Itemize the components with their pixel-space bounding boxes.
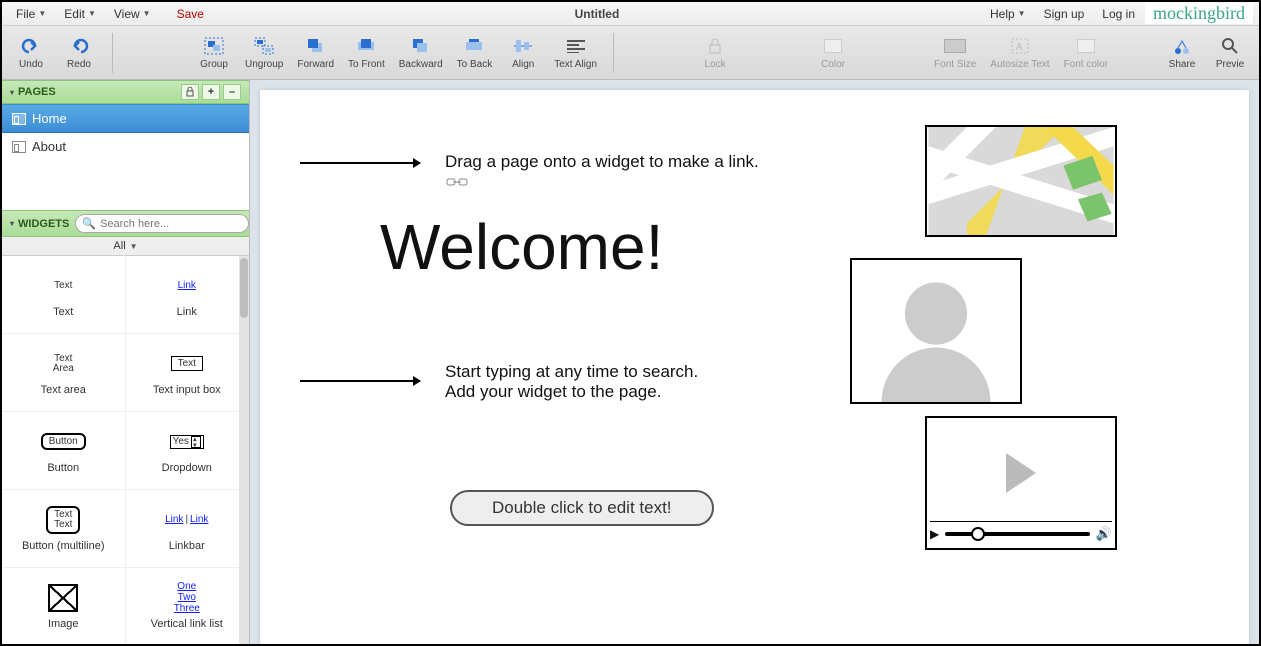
lock-pages-button[interactable] [181,84,199,100]
share-icon [1171,35,1193,57]
undo-icon [20,35,42,57]
play-icon [1006,453,1036,493]
group-button[interactable]: Group [193,33,235,72]
volume-icon[interactable]: 🔊 [1096,526,1112,542]
preview-button[interactable]: Previe [1209,33,1251,72]
widget-textarea[interactable]: TextAreaText area [2,334,126,412]
widget-dropdown[interactable]: YesDropdown [126,412,250,490]
textalign-icon [565,35,587,57]
sidebar: ▾ PAGES + – Home About ▾ WIDGETS 🔍 All▼ … [2,80,250,644]
redo-icon [68,35,90,57]
canvas-video-widget[interactable]: ▶ 🔊 [925,416,1117,550]
lock-icon [704,35,726,57]
add-page-button[interactable]: + [202,84,220,100]
widget-image[interactable]: Image [2,568,126,644]
forward-icon [305,35,327,57]
video-seekbar[interactable] [945,532,1090,536]
menubar: File▼ Edit▼ View▼ Save Untitled Help▼ Si… [2,2,1259,26]
video-play-button[interactable]: ▶ [930,527,939,541]
login-link[interactable]: Log in [1094,4,1143,24]
widget-multiline-button[interactable]: TextTextButton (multiline) [2,490,126,568]
page-icon [12,113,26,125]
canvas-button-widget[interactable]: Double click to edit text! [450,490,714,526]
group-icon [203,35,225,57]
fontsize-icon [944,35,966,57]
widget-button[interactable]: ButtonButton [2,412,126,490]
menu-save[interactable]: Save [169,4,212,24]
tofront-icon [355,35,377,57]
page-item-about[interactable]: About [2,133,249,160]
document-title: Untitled [212,7,982,21]
arrow-icon [300,380,420,382]
canvas-area: Drag a page onto a widget to make a link… [250,80,1259,644]
preview-icon [1219,35,1241,57]
widgets-filter-dropdown[interactable]: All▼ [2,237,249,256]
widgets-grid: TextText LinkLink TextAreaText area Text… [2,256,249,644]
widget-link[interactable]: LinkLink [126,256,250,334]
color-icon [822,35,844,57]
color-button[interactable]: Color [812,33,854,72]
autosize-icon: A [1009,35,1031,57]
arrow-icon [300,162,420,164]
share-button[interactable]: Share [1161,33,1203,72]
link-icon [446,176,468,186]
forward-button[interactable]: Forward [293,33,338,72]
backward-icon [410,35,432,57]
hint-search: Start typing at any time to search.Add y… [445,362,698,402]
page-surface[interactable]: Drag a page onto a widget to make a link… [260,90,1249,644]
brand-logo: mockingbird [1145,3,1253,24]
canvas-map-widget[interactable] [925,125,1117,237]
pages-panel-header: ▾ PAGES + – [2,80,249,104]
page-icon [12,141,26,153]
widget-vertical-linklist[interactable]: OneTwoThreeVertical link list [126,568,250,644]
autosize-button[interactable]: AAutosize Text [986,33,1053,72]
welcome-heading[interactable]: Welcome! [380,210,663,284]
backward-button[interactable]: Backward [395,33,447,72]
canvas-avatar-widget[interactable] [850,258,1022,404]
redo-button[interactable]: Redo [58,33,100,72]
textalign-button[interactable]: Text Align [550,33,601,72]
menu-help[interactable]: Help▼ [982,4,1034,24]
widgets-panel-header: ▾ WIDGETS 🔍 [2,210,249,237]
align-icon [512,35,534,57]
fontsize-button[interactable]: Font Size [930,33,980,72]
align-button[interactable]: Align [502,33,544,72]
ungroup-button[interactable]: Ungroup [241,33,287,72]
widgets-search[interactable]: 🔍 [75,214,249,233]
ungroup-icon [253,35,275,57]
fontcolor-button[interactable]: Font color [1060,33,1112,72]
menu-file[interactable]: File▼ [8,4,54,24]
pages-list: Home About [2,104,249,160]
hint-drag-link: Drag a page onto a widget to make a link… [445,152,759,172]
widget-textinput[interactable]: TextText input box [126,334,250,412]
search-icon: 🔍 [82,217,96,230]
fontcolor-icon [1075,35,1097,57]
toback-icon [463,35,485,57]
toback-button[interactable]: To Back [453,33,497,72]
page-item-home[interactable]: Home [2,104,249,133]
svg-text:A: A [1016,42,1023,53]
widgets-search-input[interactable] [100,218,242,230]
menu-view[interactable]: View▼ [106,4,159,24]
lock-button[interactable]: Lock [694,33,736,72]
widget-linkbar[interactable]: Link|LinkLinkbar [126,490,250,568]
widget-text[interactable]: TextText [2,256,126,334]
undo-button[interactable]: Undo [10,33,52,72]
signup-link[interactable]: Sign up [1036,4,1093,24]
widgets-scrollbar[interactable] [239,256,249,644]
toolbar: Undo Redo Group Ungroup Forward To Front… [2,26,1259,80]
remove-page-button[interactable]: – [223,84,241,100]
tofront-button[interactable]: To Front [344,33,389,72]
menu-edit[interactable]: Edit▼ [56,4,104,24]
